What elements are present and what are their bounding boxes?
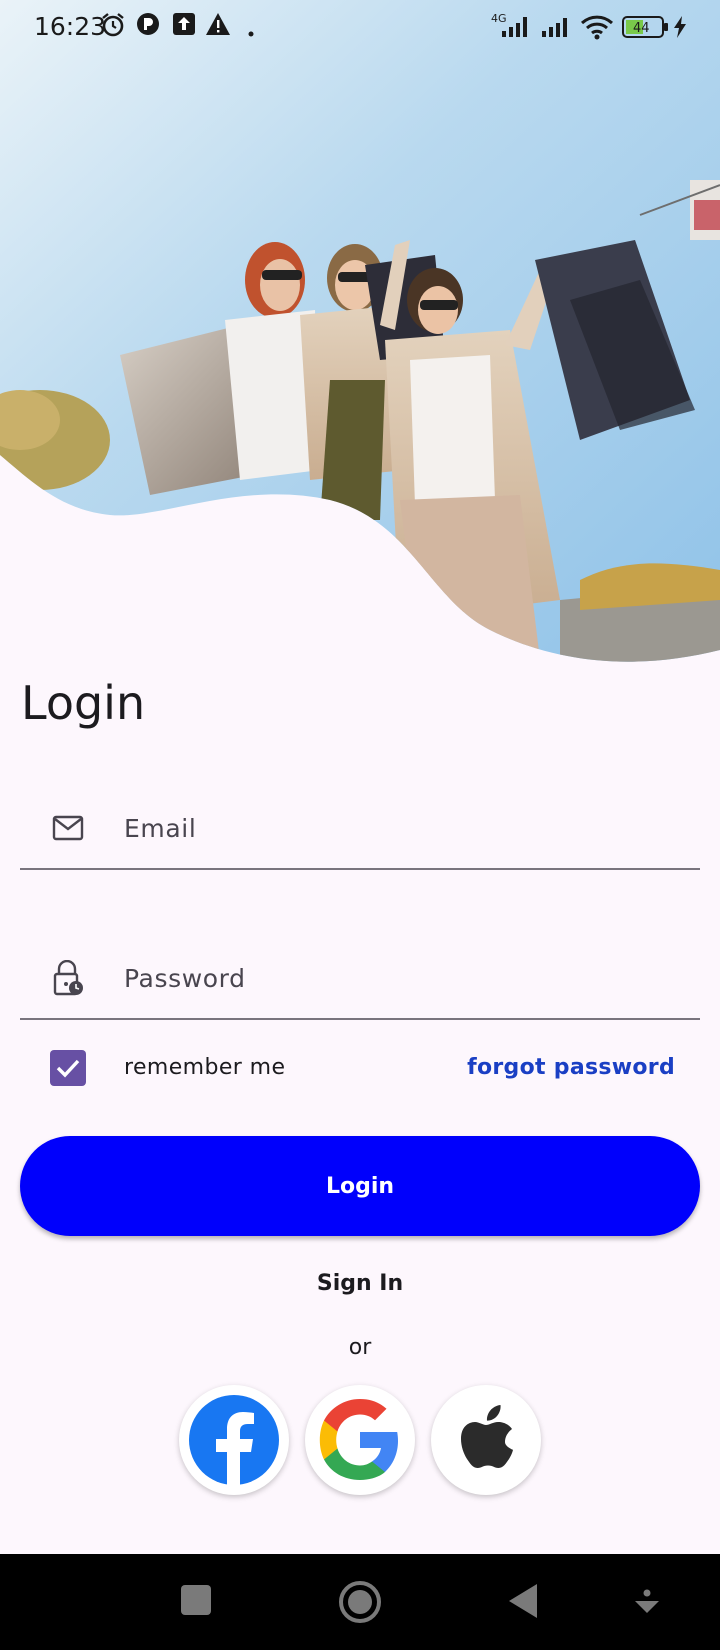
recents-icon[interactable] bbox=[180, 1582, 212, 1623]
menu-down-icon[interactable] bbox=[632, 1588, 662, 1623]
svg-text:44: 44 bbox=[633, 21, 650, 36]
email-field[interactable]: Email bbox=[20, 770, 700, 870]
or-separator: or bbox=[348, 1335, 372, 1360]
back-icon[interactable] bbox=[507, 1582, 539, 1625]
battery-icon: 44 bbox=[622, 15, 670, 44]
google-icon bbox=[319, 1399, 398, 1480]
remember-me-label: remember me bbox=[124, 1055, 286, 1080]
login-button[interactable]: Login bbox=[20, 1136, 700, 1236]
navigation-bar bbox=[0, 1554, 720, 1650]
svg-text:4G: 4G bbox=[491, 12, 507, 25]
forgot-password-link[interactable]: forgot password bbox=[467, 1055, 675, 1080]
warning-icon bbox=[205, 12, 231, 41]
home-icon[interactable] bbox=[338, 1580, 382, 1629]
sign-in-button[interactable]: Sign In bbox=[0, 1271, 720, 1296]
google-login-button[interactable] bbox=[305, 1385, 415, 1495]
remember-me-checkbox[interactable] bbox=[50, 1050, 86, 1086]
mail-icon bbox=[52, 814, 84, 847]
upload-icon bbox=[172, 12, 196, 41]
apple-login-button[interactable] bbox=[431, 1385, 541, 1495]
status-time: 16:23 bbox=[34, 12, 107, 41]
dot-icon bbox=[248, 24, 254, 42]
alarm-icon bbox=[100, 12, 126, 43]
page-title: Login bbox=[21, 676, 146, 730]
apple-icon bbox=[461, 1405, 513, 1468]
email-label: Email bbox=[124, 814, 197, 843]
lock-clock-icon bbox=[52, 959, 84, 1001]
facebook-icon bbox=[189, 1395, 279, 1486]
signal-4g-icon: 4G bbox=[490, 11, 532, 44]
hero-image bbox=[0, 0, 720, 670]
app-icon bbox=[136, 12, 160, 41]
password-label: Password bbox=[124, 964, 246, 993]
status-bar: 16:23 4G 44 bbox=[0, 0, 720, 54]
signal-icon bbox=[540, 15, 574, 44]
wifi-icon bbox=[580, 14, 614, 45]
charging-icon bbox=[672, 15, 688, 44]
check-icon bbox=[56, 1059, 80, 1078]
facebook-login-button[interactable] bbox=[179, 1385, 289, 1495]
password-field[interactable]: Password bbox=[20, 920, 700, 1020]
